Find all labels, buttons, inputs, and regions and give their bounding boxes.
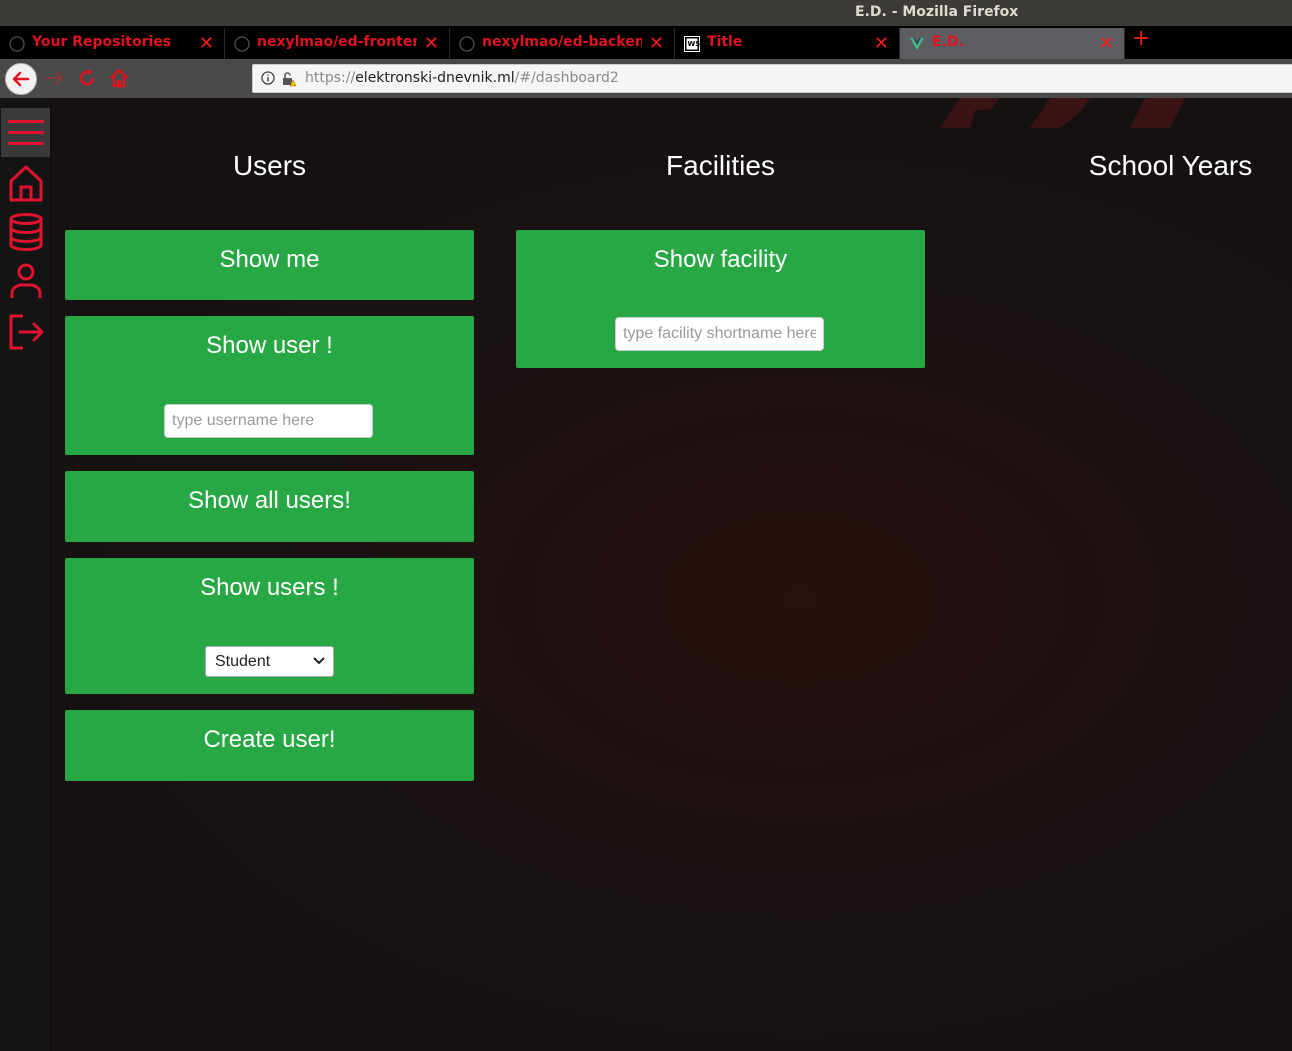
vue-icon xyxy=(910,38,924,50)
user-role-selected-value: Student xyxy=(215,653,271,670)
show-facility-label: Show facility xyxy=(653,246,788,273)
tab-label: nexylmao/ed-backend: xyxy=(482,34,642,50)
window-title: E.D. - Mozilla Firefox xyxy=(855,4,1019,20)
url-host: elektronski-dnevnik.ml xyxy=(355,70,515,86)
chevron-down-icon xyxy=(313,657,325,665)
sidebar-menu-button[interactable] xyxy=(1,108,50,157)
reload-icon[interactable] xyxy=(76,67,98,89)
back-arrow-icon xyxy=(12,71,30,87)
github-icon xyxy=(9,36,25,52)
sidebar-item-profile[interactable] xyxy=(1,256,50,305)
navigation-bar: https://elektronski-dnevnik.ml/#/dashboa… xyxy=(0,59,1292,98)
show-facility-card[interactable]: Show facility xyxy=(516,230,925,368)
close-tab-icon[interactable]: ✕ xyxy=(424,33,439,54)
tab-strip: Your Repositories ✕ nexylmao/ed-frontend… xyxy=(0,26,1292,59)
tab-label: nexylmao/ed-frontend: xyxy=(257,34,417,50)
show-user-label: Show user ! xyxy=(206,332,333,359)
sidebar-item-database[interactable] xyxy=(1,207,50,256)
sidebar xyxy=(0,98,51,1051)
tab-your-repositories[interactable]: Your Repositories ✕ xyxy=(0,28,225,59)
url-text: https://elektronski-dnevnik.ml/#/dashboa… xyxy=(305,70,619,86)
username-input[interactable] xyxy=(164,404,373,438)
home-icon xyxy=(9,165,42,201)
url-bar[interactable]: https://elektronski-dnevnik.ml/#/dashboa… xyxy=(252,64,1292,93)
github-icon xyxy=(234,36,250,52)
home-icon[interactable] xyxy=(108,67,130,89)
show-users-label: Show users ! xyxy=(200,574,339,601)
url-prefix: https:// xyxy=(305,70,356,86)
tab-ed-backend[interactable]: nexylmao/ed-backend: ✕ xyxy=(450,28,675,59)
window-titlebar: E.D. - Mozilla Firefox xyxy=(0,0,1292,26)
webstorm-icon: WS xyxy=(684,36,700,52)
url-path: /#/dashboard2 xyxy=(514,70,619,86)
close-tab-icon[interactable]: ✕ xyxy=(649,33,664,54)
insecure-lock-icon[interactable] xyxy=(281,71,297,87)
tab-title[interactable]: WS Title ✕ xyxy=(675,28,900,59)
back-button[interactable] xyxy=(5,63,37,95)
user-icon xyxy=(10,263,41,298)
facility-shortname-input[interactable] xyxy=(615,317,824,351)
github-icon xyxy=(459,36,475,52)
show-me-label: Show me xyxy=(219,246,320,273)
forward-arrow-icon[interactable] xyxy=(44,66,66,90)
logout-icon xyxy=(9,314,43,349)
tab-label: Your Repositories xyxy=(32,34,172,50)
new-tab-button[interactable]: + xyxy=(1132,26,1150,51)
tab-label: E.D. xyxy=(932,34,964,50)
show-user-card[interactable]: Show user ! xyxy=(65,316,474,455)
user-role-select[interactable]: Student xyxy=(205,646,334,677)
page-content: Users Facilities School Years Show me Sh… xyxy=(0,98,1292,1051)
database-icon xyxy=(9,212,42,251)
tab-label: Title xyxy=(707,34,743,50)
school-years-column-title: School Years xyxy=(1088,150,1253,181)
create-user-label: Create user! xyxy=(203,726,336,753)
facilities-column-title: Facilities xyxy=(666,150,775,181)
background-logo-watermark xyxy=(940,98,1185,128)
info-icon[interactable] xyxy=(261,71,275,85)
show-all-users-label: Show all users! xyxy=(188,487,351,514)
show-me-button[interactable]: Show me xyxy=(65,230,474,300)
svg-text:WS: WS xyxy=(688,40,701,48)
sidebar-item-logout[interactable] xyxy=(1,307,50,356)
create-user-button[interactable]: Create user! xyxy=(65,710,474,781)
show-users-card[interactable]: Show users ! Student xyxy=(65,558,474,694)
show-all-users-button[interactable]: Show all users! xyxy=(65,471,474,542)
close-tab-icon[interactable]: ✕ xyxy=(1099,33,1114,54)
close-tab-icon[interactable]: ✕ xyxy=(874,33,889,54)
tab-ed-frontend[interactable]: nexylmao/ed-frontend: ✕ xyxy=(225,28,450,59)
tab-ed[interactable]: E.D. ✕ xyxy=(900,28,1125,59)
sidebar-item-home[interactable] xyxy=(1,158,50,207)
users-column-title: Users xyxy=(232,150,307,181)
close-tab-icon[interactable]: ✕ xyxy=(199,33,214,54)
hamburger-menu-icon xyxy=(7,119,44,145)
